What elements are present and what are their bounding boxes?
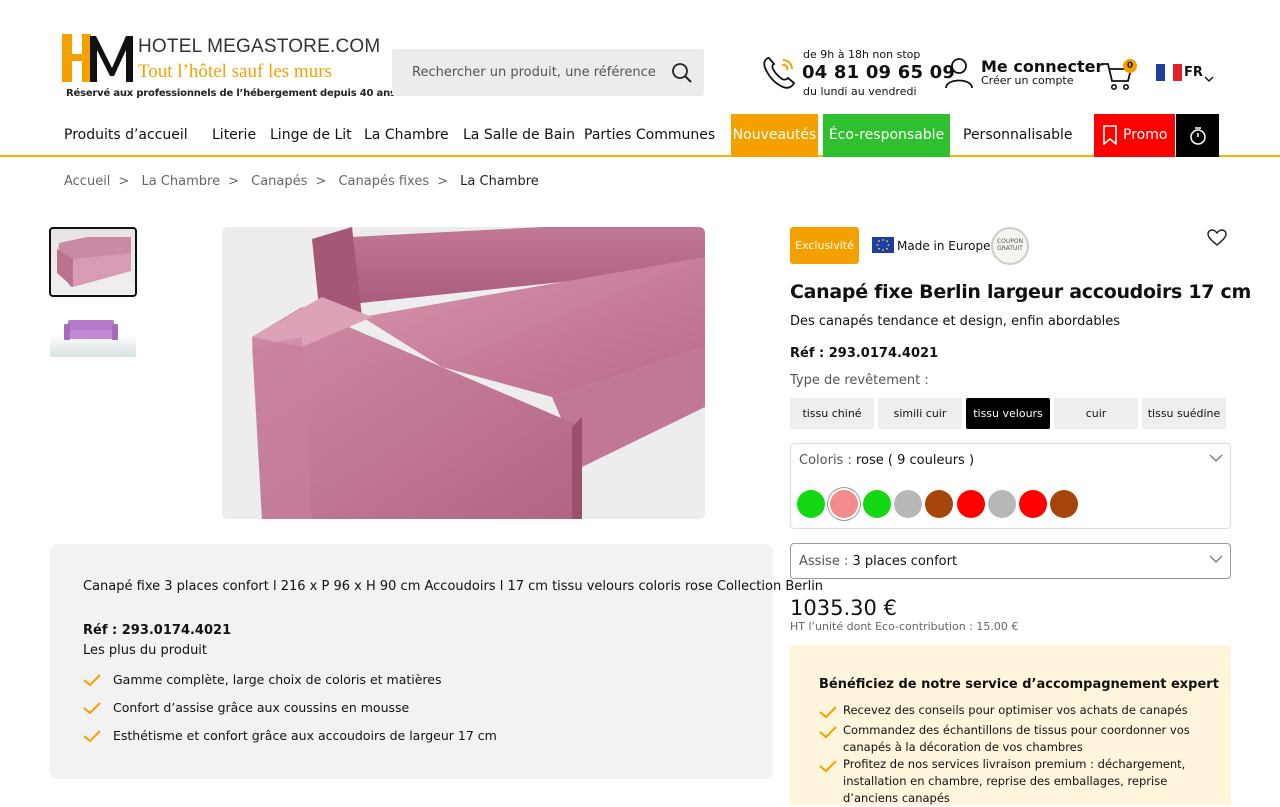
made-in-europe-label: Made in Europe (897, 239, 991, 253)
product-thumbnail-2[interactable] (50, 312, 136, 357)
option-simili-cuir[interactable]: simili cuir (878, 398, 962, 429)
list-item-text: Confort d’assise grâce aux coussins en m… (113, 700, 410, 715)
price-detail: HT l’unité dont Eco-contribution : 15.00… (790, 620, 1019, 633)
coupon-badge: COUPON GRATUIT (991, 227, 1029, 265)
nav-salle-de-bain[interactable]: La Salle de Bain (463, 114, 575, 157)
create-account-link[interactable]: Créer un compte (981, 74, 1074, 87)
breadcrumb: Accueil > La Chambre > Canapés > Canapés fi… (64, 174, 539, 189)
expert-title: Bénéficiez de notre service d’accompagne… (819, 677, 1219, 692)
color-swatch[interactable] (894, 490, 922, 518)
nav-personnalisable[interactable]: Personnalisable (963, 114, 1073, 157)
list-item: Gamme complète, large choix de coloris e… (83, 672, 442, 687)
checkmark-icon (819, 706, 837, 719)
bookmark-icon (1103, 125, 1117, 145)
color-swatch[interactable] (925, 490, 953, 518)
option-tissu-velours[interactable]: tissu velours (966, 398, 1050, 429)
language-selector[interactable]: FR (1184, 65, 1203, 80)
nav-parties-communes[interactable]: Parties Communes (584, 114, 715, 157)
nav-promo-label: Promo (1123, 127, 1168, 143)
phone-days: du lundi au vendredi (803, 85, 917, 98)
assise-label: Assise : 3 places confort (799, 554, 958, 569)
checkmark-icon (83, 702, 101, 715)
coloris-selector: Coloris : rose ( 9 couleurs ) (790, 443, 1231, 529)
coloris-value: rose ( 9 couleurs ) (855, 453, 975, 468)
checkmark-icon (819, 760, 837, 773)
breadcrumb-item[interactable]: Accueil (64, 174, 110, 189)
list-item-text: Commandez des échantillons de tissus pou… (843, 723, 1190, 754)
list-item-text: Profitez de nos services livraison premi… (843, 757, 1186, 805)
phone-icon (760, 54, 798, 92)
breadcrumb-item[interactable]: La Chambre (141, 174, 220, 189)
list-item-text: Recevez des conseils pour optimiser vos … (843, 703, 1188, 717)
eu-flag-icon (872, 237, 894, 253)
plus-title: Les plus du produit (83, 643, 208, 658)
breadcrumb-item[interactable]: Canapés fixes (338, 174, 429, 189)
breadcrumb-item[interactable]: Canapés (251, 174, 307, 189)
timer-button[interactable] (1176, 114, 1219, 157)
color-swatch[interactable] (863, 490, 891, 518)
color-swatch[interactable] (1019, 490, 1047, 518)
list-item: Confort d’assise grâce aux coussins en m… (83, 700, 409, 715)
product-thumbnail-1[interactable] (49, 227, 137, 297)
phone-number[interactable]: 04 81 09 65 09 (802, 62, 955, 83)
color-swatch[interactable] (988, 490, 1016, 518)
checkmark-icon (83, 674, 101, 687)
search-icon[interactable] (670, 61, 694, 85)
search-input[interactable]: Rechercher un produit, une référence (412, 65, 656, 80)
heart-icon[interactable] (1207, 229, 1227, 247)
list-item-text: Gamme complète, large choix de coloris e… (113, 672, 442, 687)
nav-linge-de-lit[interactable]: Linge de Lit (270, 114, 352, 157)
list-item: Esthétisme et confort grâce aux accoudoi… (83, 728, 497, 743)
option-cuir[interactable]: cuir (1054, 398, 1138, 429)
nav-eco-responsable[interactable]: Éco-responsable (823, 114, 950, 157)
nav-literie[interactable]: Literie (212, 114, 256, 157)
list-item: Commandez des échantillons de tissus pou… (819, 722, 1209, 756)
nav-promo[interactable]: Promo (1094, 114, 1175, 157)
user-icon[interactable] (944, 56, 974, 90)
description-ref: Réf : 293.0174.4021 (83, 623, 232, 638)
stopwatch-icon (1190, 127, 1206, 145)
color-swatch[interactable] (830, 490, 858, 518)
logo-mark[interactable] (60, 34, 135, 84)
product-subtitle: Des canapés tendance et design, enfin ab… (790, 314, 1121, 329)
chevron-down-icon[interactable] (1209, 454, 1223, 463)
list-item-text: Esthétisme et confort grâce aux accoudoi… (113, 728, 497, 743)
assise-value: 3 places confort (852, 554, 958, 569)
nav-la-chambre[interactable]: La Chambre (364, 114, 449, 157)
option-tissu-chine[interactable]: tissu chiné (790, 398, 874, 429)
logo-title[interactable]: HOTEL MEGASTORE.COM (138, 36, 380, 58)
logo-subtitle: Réservé aux professionnels de l’hébergem… (66, 88, 396, 99)
chevron-down-icon[interactable] (1204, 68, 1214, 82)
color-swatch[interactable] (957, 490, 985, 518)
product-description: Canapé fixe 3 places confort l 216 x P 9… (50, 544, 823, 779)
chevron-down-icon[interactable] (1209, 555, 1223, 564)
expert-service-box: Bénéficiez de notre service d’accompagne… (790, 645, 1231, 805)
assise-select[interactable]: Assise : 3 places confort (790, 543, 1231, 579)
exclusive-badge: Exclusivité (790, 227, 859, 264)
list-item: Profitez de nos services livraison premi… (819, 756, 1209, 807)
breadcrumb-current: La Chambre (460, 174, 539, 189)
option-tissu-suedine[interactable]: tissu suédine (1142, 398, 1226, 429)
product-price: 1035.30 € (790, 596, 897, 620)
france-flag-icon[interactable] (1156, 64, 1183, 81)
nav-nouveautes[interactable]: Nouveautés (731, 114, 818, 157)
revetement-label: Type de revêtement : (790, 373, 929, 388)
logo-slogan: Tout l’hôtel sauf les murs (138, 61, 332, 82)
main-nav: Produits d’accueil Literie Linge de Lit … (0, 114, 1280, 157)
product-ref: Réf : 293.0174.4021 (790, 346, 939, 361)
cart-count-badge: 0 (1123, 59, 1137, 73)
nav-produits-accueil[interactable]: Produits d’accueil (64, 114, 188, 157)
product-main-image[interactable] (222, 227, 705, 519)
checkmark-icon (819, 726, 837, 739)
product-title: Canapé fixe Berlin largeur accoudoirs 17… (790, 281, 1251, 303)
list-item: Recevez des conseils pour optimiser vos … (819, 702, 1209, 719)
phone-hours: de 9h à 18h non stop (803, 48, 921, 61)
search-bar[interactable]: Rechercher un produit, une référence (392, 49, 704, 96)
color-swatch[interactable] (1050, 490, 1078, 518)
checkmark-icon (83, 730, 101, 743)
color-swatch[interactable] (797, 490, 825, 518)
description-title: Canapé fixe 3 places confort l 216 x P 9… (83, 579, 824, 594)
coloris-label[interactable]: Coloris : rose ( 9 couleurs ) (799, 453, 974, 468)
